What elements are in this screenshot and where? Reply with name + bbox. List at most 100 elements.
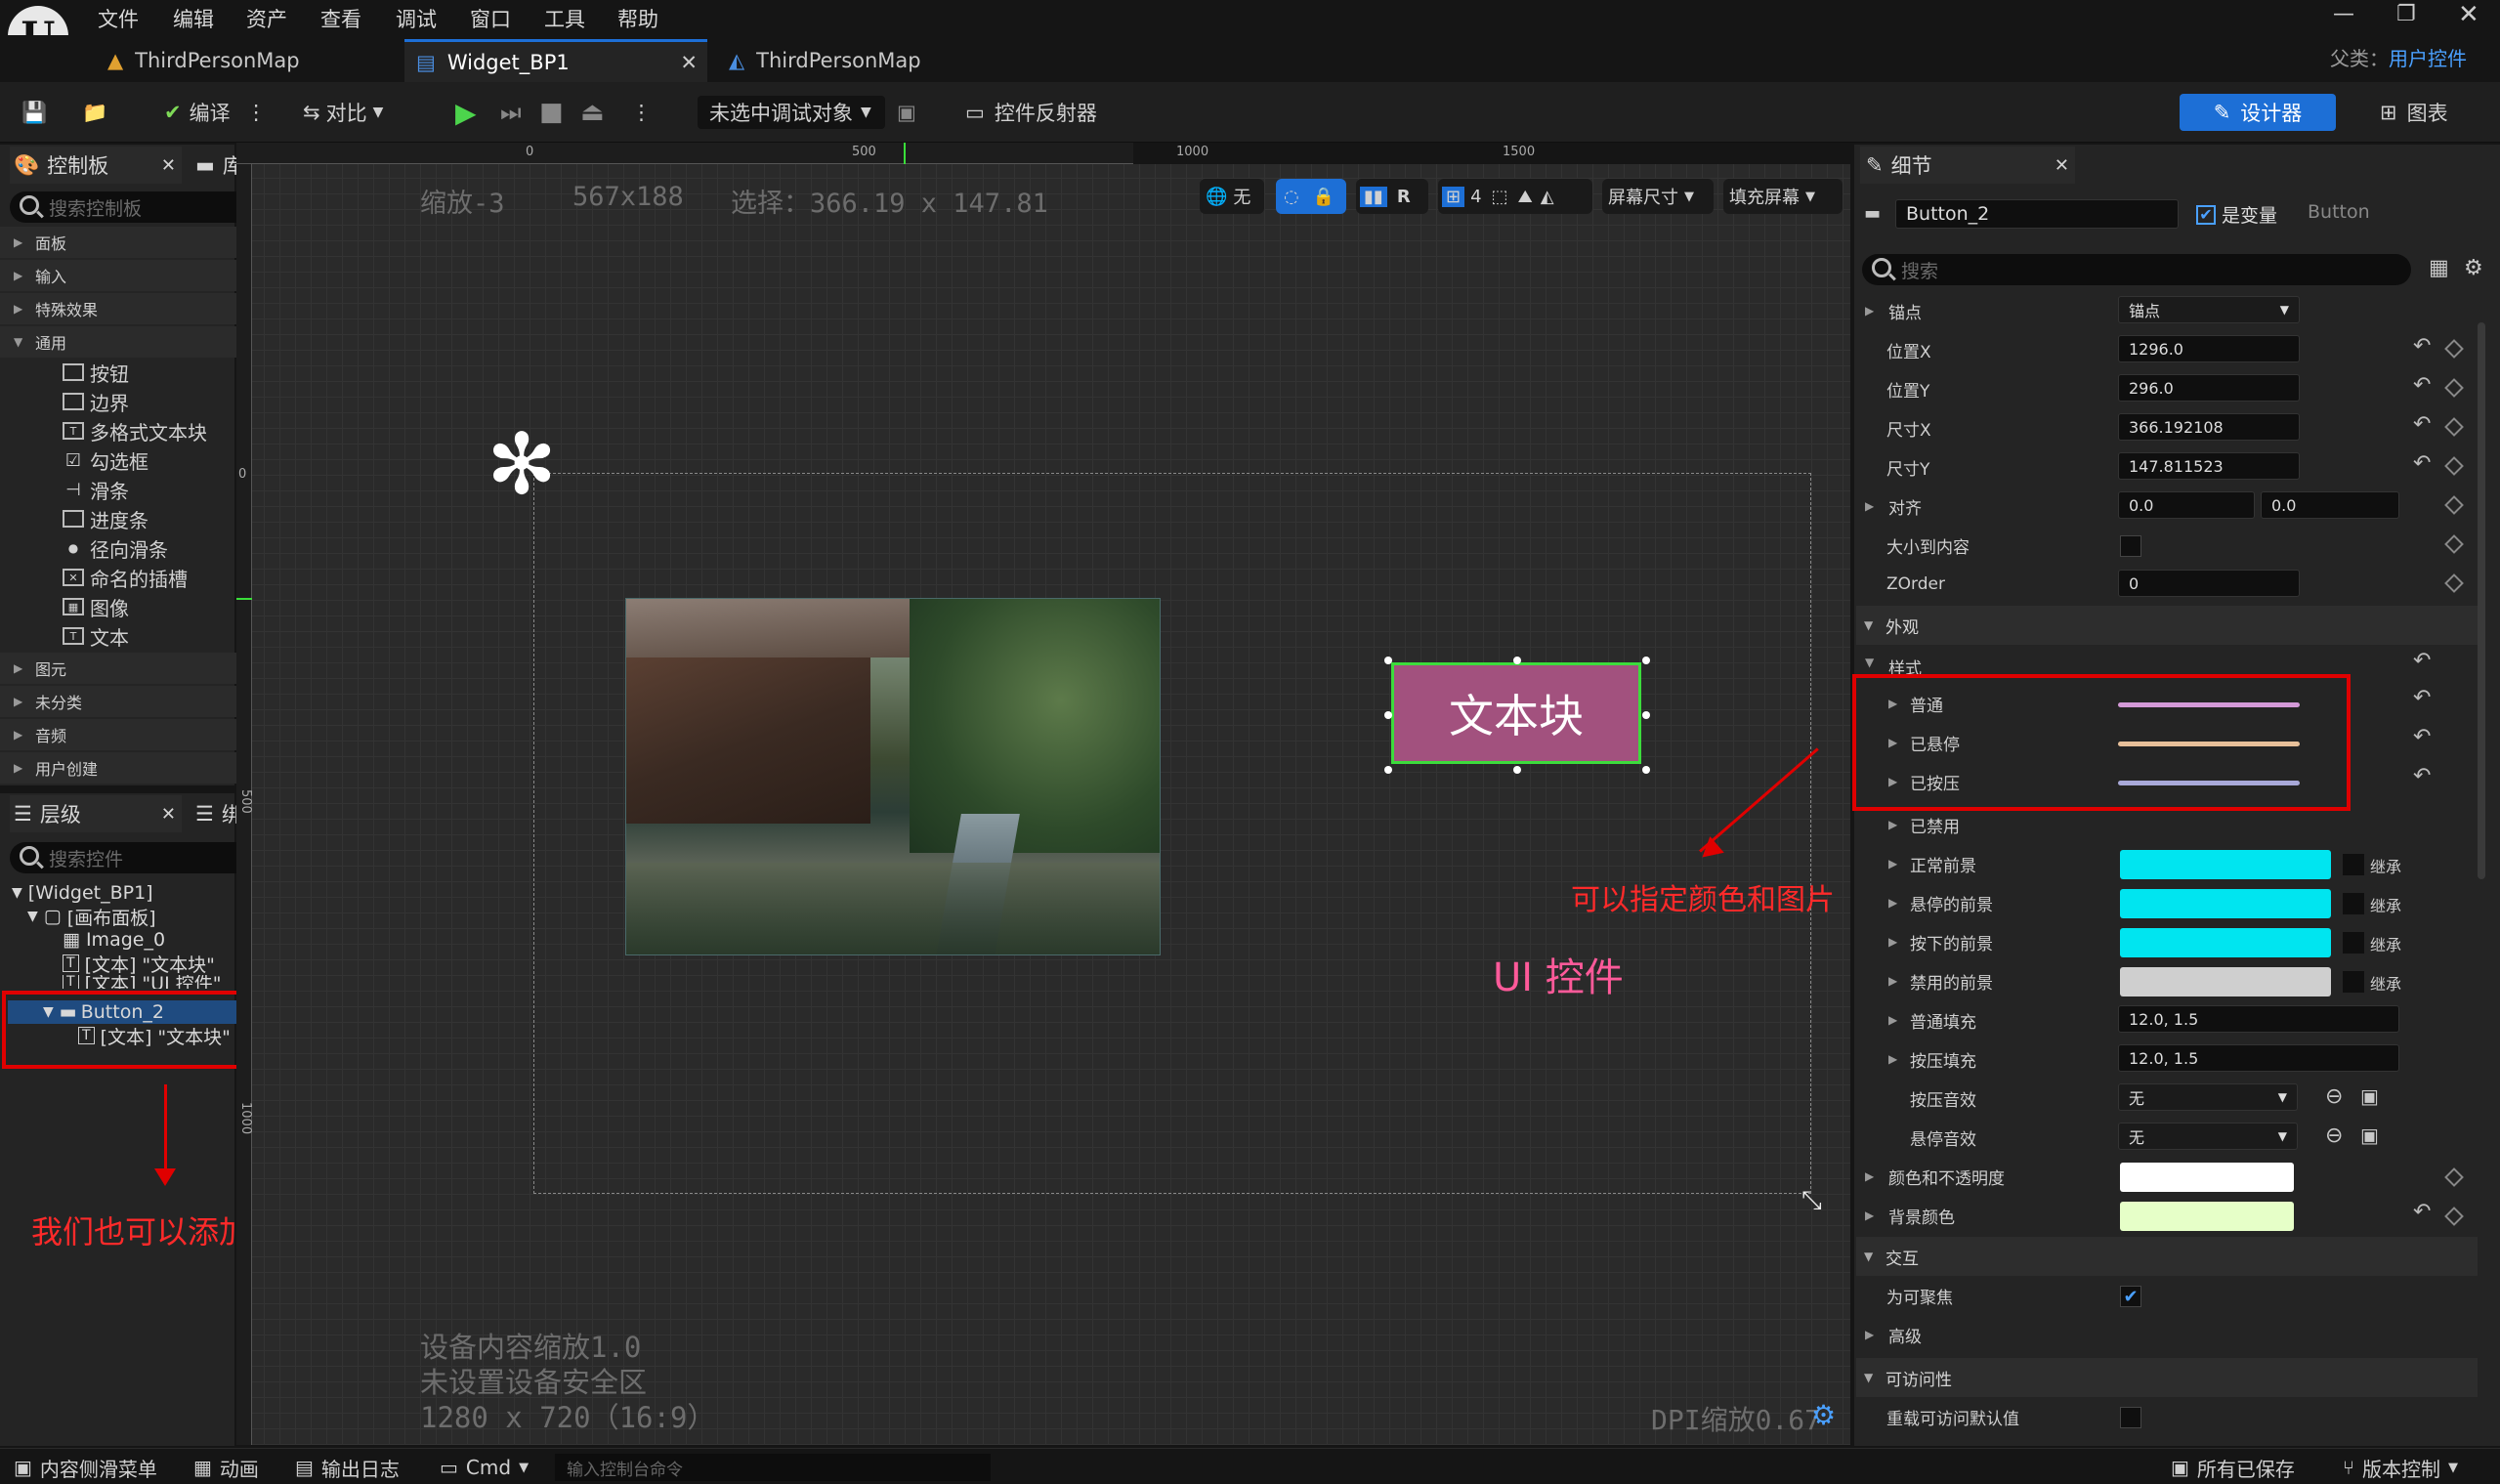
menu-window[interactable]: 窗口	[470, 4, 511, 33]
palette-tab[interactable]: 🎨 控制板 ✕	[10, 147, 182, 184]
alignment-y-input[interactable]: 0.0	[2261, 491, 2399, 519]
resize-handle[interactable]	[1384, 711, 1392, 719]
save-icon[interactable]: 💾	[21, 96, 47, 129]
designer-viewport[interactable]: 缩放-3 567x188 选择：366.19 x 147.81 ✻ 文本块 UI…	[252, 164, 1850, 1445]
background-color-swatch[interactable]	[2120, 1202, 2294, 1231]
pressed-foreground-swatch[interactable]	[2120, 928, 2331, 957]
inherit-checkbox[interactable]	[2343, 932, 2364, 954]
step-icon[interactable]: ⏭	[500, 96, 522, 129]
resize-handle[interactable]	[1642, 657, 1650, 664]
size-x-input[interactable]: 366.192108	[2118, 413, 2300, 441]
browse-icon[interactable]: 📁	[82, 96, 107, 129]
color-opacity-swatch[interactable]	[2120, 1163, 2294, 1192]
image-0[interactable]	[625, 598, 1161, 955]
widget-name-input[interactable]: Button_2	[1895, 199, 2179, 229]
position-x-input[interactable]: 1296.0	[2118, 335, 2300, 362]
resize-handle[interactable]	[1642, 711, 1650, 719]
palette-item-text[interactable]: T 文本	[63, 621, 129, 651]
inherit-checkbox[interactable]	[2343, 854, 2364, 875]
menu-assets[interactable]: 资产	[246, 4, 287, 33]
reset-icon[interactable]: ↶	[2413, 725, 2431, 749]
close-tab-icon[interactable]: ✕	[161, 155, 176, 176]
resize-handle[interactable]	[1642, 766, 1650, 774]
fill-screen-dropdown[interactable]: 填充屏幕 ▼	[1723, 179, 1843, 214]
reset-icon[interactable]: ↶	[2413, 1200, 2431, 1224]
is-variable-checkbox[interactable]: ✔ 是变量	[2196, 201, 2277, 228]
content-drawer-button[interactable]: ▣ 内容侧滑菜单	[14, 1454, 157, 1481]
browse-asset-icon[interactable]: ▣	[2360, 1124, 2379, 1147]
use-selected-icon[interactable]: ⊖	[2325, 1084, 2343, 1109]
canvas-anchor-icon[interactable]: ✻	[477, 420, 567, 510]
console-command-input[interactable]: 输入控制台命令	[555, 1454, 991, 1481]
debug-target-dropdown[interactable]: 未选中调试对象 ▼	[698, 96, 885, 129]
tab-thirdpersonmap-1[interactable]: ▲ ThirdPersonMap	[98, 39, 401, 82]
close-tab-icon[interactable]: ✕	[161, 804, 176, 825]
close-window-icon[interactable]: ✕	[2458, 0, 2479, 29]
resize-handle[interactable]	[1513, 766, 1521, 774]
inherit-checkbox[interactable]	[2343, 893, 2364, 914]
zorder-input[interactable]: 0	[2118, 570, 2300, 597]
resize-handle[interactable]	[1384, 766, 1392, 774]
palette-item-named-slot[interactable]: ✕ 命名的插槽	[63, 563, 188, 592]
chevron-right-icon[interactable]: ▶	[1888, 857, 1897, 870]
hovered-foreground-swatch[interactable]	[2120, 889, 2331, 918]
chevron-right-icon[interactable]: ▶	[1888, 1013, 1897, 1027]
mountain-icon[interactable]: ⛰	[1518, 187, 1533, 207]
hovered-sound-dropdown[interactable]: 无 ▼	[2118, 1123, 2298, 1150]
position-y-input[interactable]: 296.0	[2118, 374, 2300, 402]
size-y-input[interactable]: 147.811523	[2118, 452, 2300, 480]
output-log-button[interactable]: ▤ 输出日志	[295, 1454, 400, 1481]
palette-item-button[interactable]: 按钮	[63, 358, 129, 387]
chevron-right-icon[interactable]: ▶	[1888, 896, 1897, 910]
all-saved-button[interactable]: ▣ 所有已保存	[2171, 1454, 2295, 1481]
close-tab-icon[interactable]: ✕	[2055, 155, 2069, 176]
palette-item-slider[interactable]: ⊣ 滑条	[63, 475, 129, 504]
chevron-right-icon[interactable]: ▶	[1865, 1169, 1874, 1183]
close-tab-icon[interactable]: ✕	[680, 51, 698, 74]
chevron-right-icon[interactable]: ▶	[1865, 1328, 1874, 1341]
graph-button[interactable]: ⊞ 图表	[2380, 96, 2448, 129]
palette-item-rich-text[interactable]: T 多格式文本块	[63, 416, 207, 445]
chevron-right-icon[interactable]: ▶	[1888, 818, 1897, 831]
browse-asset-icon[interactable]: ▣	[2360, 1084, 2379, 1108]
resize-handle[interactable]	[1513, 657, 1521, 664]
details-tab[interactable]: ✎ 细节 ✕	[1860, 147, 2075, 184]
override-accessibility-checkbox[interactable]	[2120, 1407, 2141, 1428]
resize-canvas-icon[interactable]: ⤡	[1801, 1186, 1822, 1216]
more-icon[interactable]: ⋮	[631, 96, 652, 129]
inherit-checkbox[interactable]	[2343, 971, 2364, 993]
chevron-down-icon[interactable]: ▼	[1865, 656, 1874, 669]
source-control-button[interactable]: ⑂ 版本控制 ▼	[2343, 1454, 2458, 1481]
widget-reflector-button[interactable]: ▭ 控件反射器	[965, 96, 1097, 129]
hierarchy-tab[interactable]: ☰ 层级 ✕	[10, 795, 182, 832]
chevron-right-icon[interactable]: ▶	[1865, 304, 1874, 318]
minimize-icon[interactable]: —	[2333, 2, 2354, 26]
localization-toggle[interactable]: 🌐 无	[1200, 179, 1264, 214]
size-to-content-checkbox[interactable]	[2120, 535, 2141, 557]
reset-icon[interactable]: ↶	[2413, 334, 2431, 359]
reset-icon[interactable]: ↶	[2413, 649, 2431, 673]
snap-toggle[interactable]: ◌ 🔒	[1276, 179, 1346, 214]
section-accessibility[interactable]: ▼ 可访问性	[1856, 1358, 2478, 1397]
menu-tools[interactable]: 工具	[544, 4, 585, 33]
cursor-icon[interactable]: ⬚	[1492, 187, 1508, 207]
menu-debug[interactable]: 调试	[396, 4, 437, 33]
details-scrollbar[interactable]	[2478, 322, 2485, 879]
reset-icon[interactable]: ↶	[2413, 764, 2431, 788]
more-icon[interactable]: ⋮	[246, 101, 267, 124]
button-text-block[interactable]: 文本块	[1449, 681, 1584, 745]
details-search-input[interactable]: 搜索	[1862, 254, 2411, 285]
eject-icon[interactable]: ⏏	[580, 96, 605, 129]
focusable-checkbox[interactable]: ✔	[2120, 1286, 2141, 1307]
chevron-right-icon[interactable]: ▶	[1888, 974, 1897, 988]
chevron-right-icon[interactable]: ▶	[1888, 935, 1897, 949]
designer-button[interactable]: ✎ 设计器	[2180, 94, 2336, 131]
section-interaction[interactable]: ▼ 交互	[1856, 1237, 2478, 1276]
use-selected-icon[interactable]: ⊖	[2325, 1124, 2343, 1148]
reset-icon[interactable]: ↶	[2413, 451, 2431, 476]
section-appearance[interactable]: ▼ 外观	[1856, 606, 2478, 645]
grid-toggle[interactable]: ⊞ 4 ⬚ ⛰ ◭	[1438, 179, 1592, 214]
menu-file[interactable]: 文件	[98, 4, 139, 33]
pressed-padding-input[interactable]: 12.0, 1.5	[2118, 1044, 2399, 1072]
settings-gear-icon[interactable]: ⚙	[2464, 256, 2483, 280]
